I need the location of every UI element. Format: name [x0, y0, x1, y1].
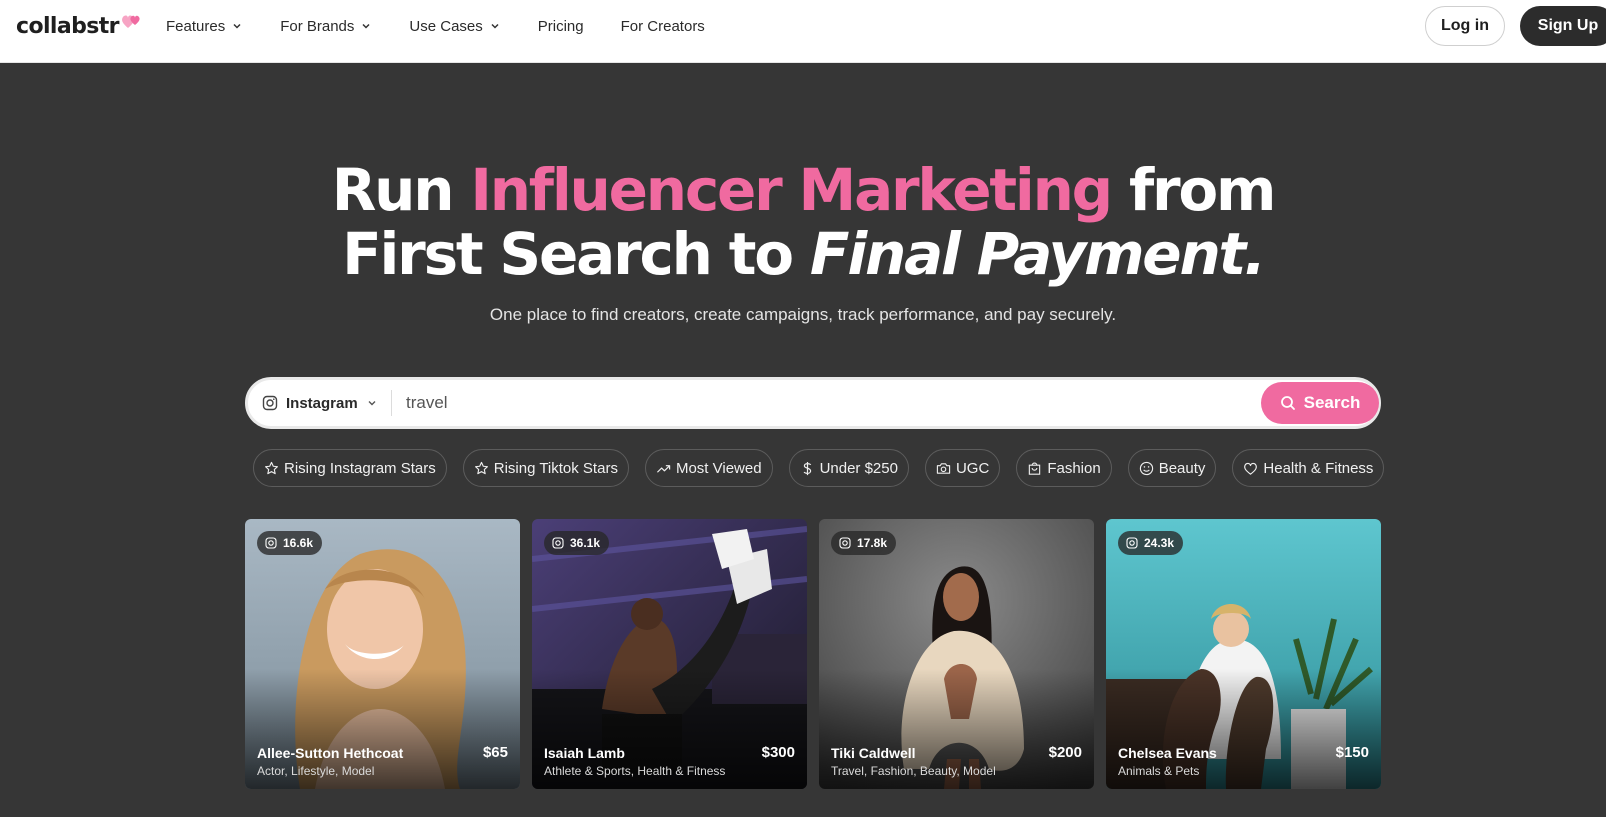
- chip-label: Health & Fitness: [1263, 459, 1374, 477]
- follower-count: 24.3k: [1144, 536, 1175, 550]
- platform-select[interactable]: Instagram: [262, 380, 378, 426]
- nav-use-cases[interactable]: Use Cases: [409, 18, 500, 35]
- nav-for-brands-label: For Brands: [280, 17, 355, 35]
- creator-price: $300: [761, 744, 795, 761]
- star-icon: [474, 461, 488, 474]
- creator-name: Allee-Sutton Hethcoat: [257, 745, 404, 761]
- heart-icon: [1244, 462, 1258, 475]
- instagram-icon: [552, 537, 564, 549]
- chip-beauty[interactable]: Beauty: [1127, 449, 1217, 487]
- creator-name: Chelsea Evans: [1118, 745, 1217, 761]
- nav-use-cases-label: Use Cases: [409, 17, 483, 35]
- chevron-down-icon: [368, 401, 376, 406]
- creator-categories: Travel, Fashion, Beauty, Model: [831, 764, 996, 778]
- chip-label: Rising Tiktok Stars: [493, 459, 618, 477]
- chip-under-250[interactable]: Under $250: [788, 449, 909, 487]
- chip-rising-tiktok-stars[interactable]: Rising Tiktok Stars: [462, 449, 629, 487]
- search-icon: [1280, 396, 1295, 410]
- login-button[interactable]: Log in: [1425, 6, 1505, 46]
- headline-highlight: Influencer Marketing: [470, 156, 1113, 224]
- main-menu: Features For Brands Use Cases Pricing Fo…: [166, 0, 742, 52]
- creator-categories: Athlete & Sports, Health & Fitness: [544, 764, 726, 778]
- logo[interactable]: collabstr: [16, 14, 144, 39]
- chip-label: Rising Instagram Stars: [284, 459, 436, 477]
- chip-label: Most Viewed: [675, 459, 762, 477]
- creator-card[interactable]: 24.3k Chelsea Evans Animals & Pets $150: [1106, 519, 1381, 789]
- chip-label: Beauty: [1158, 459, 1206, 477]
- creator-categories: Actor, Lifestyle, Model: [257, 764, 375, 778]
- creator-price: $200: [1048, 744, 1082, 761]
- follower-badge: 36.1k: [544, 531, 610, 555]
- hearts-logo-icon: [121, 15, 140, 28]
- smile-icon: [1139, 461, 1153, 475]
- nav-pricing[interactable]: Pricing: [538, 18, 584, 35]
- hero-subtitle: One place to find creators, create campa…: [489, 305, 1117, 324]
- follower-count: 17.8k: [857, 536, 888, 550]
- logo-text: collabstr: [16, 14, 120, 39]
- creator-card[interactable]: 16.6k Allee-Sutton Hethcoat Actor, Lifes…: [245, 519, 520, 789]
- headline-final-payment: Final Payment.: [809, 220, 1266, 288]
- nav-features[interactable]: Features: [166, 18, 243, 35]
- chip-fashion[interactable]: Fashion: [1016, 449, 1112, 487]
- follower-badge: 17.8k: [831, 531, 897, 555]
- dollar-icon: [803, 461, 811, 475]
- headline-run: Run: [331, 156, 471, 224]
- creator-categories: Animals & Pets: [1118, 764, 1200, 778]
- creator-card[interactable]: 36.1k Isaiah Lamb Athlete & Sports, Heal…: [532, 519, 807, 789]
- instagram-icon: [839, 537, 851, 549]
- creator-name: Tiki Caldwell: [831, 745, 916, 761]
- search-input[interactable]: [406, 388, 1226, 418]
- bag-icon: [1029, 462, 1041, 475]
- creator-name: Isaiah Lamb: [544, 745, 625, 761]
- chip-label: Under $250: [819, 459, 898, 477]
- instagram-icon: [265, 537, 277, 549]
- chevron-down-icon: [362, 23, 370, 29]
- instagram-icon: [1126, 537, 1138, 549]
- trending-up-icon: [656, 464, 671, 473]
- nav-for-creators[interactable]: For Creators: [621, 18, 705, 35]
- chevron-down-icon: [233, 23, 241, 29]
- quick-filter-chips: Rising Instagram Stars Rising Tiktok Sta…: [253, 449, 1385, 487]
- creator-cards: 16.6k Allee-Sutton Hethcoat Actor, Lifes…: [245, 519, 1381, 789]
- star-icon: [265, 461, 278, 474]
- chip-health-fitness[interactable]: Health & Fitness: [1232, 449, 1385, 487]
- instagram-icon: [262, 395, 278, 411]
- headline-from: from: [1110, 156, 1277, 224]
- hero-headline: Run Influencer Marketing from First Sear…: [0, 158, 1606, 286]
- chip-label: Fashion: [1047, 459, 1101, 477]
- nav-features-label: Features: [166, 17, 226, 35]
- chip-most-viewed[interactable]: Most Viewed: [644, 449, 773, 487]
- chevron-down-icon: [491, 23, 499, 29]
- chip-rising-instagram-stars[interactable]: Rising Instagram Stars: [253, 449, 447, 487]
- platform-label: Instagram: [286, 394, 358, 412]
- creator-price: $150: [1335, 744, 1369, 761]
- creator-search-bar: Instagram Search: [245, 377, 1381, 429]
- creator-card[interactable]: 17.8k Tiki Caldwell Travel, Fashion, Bea…: [819, 519, 1094, 789]
- search-divider: [391, 390, 392, 416]
- creator-price: $65: [482, 744, 508, 761]
- follower-count: 36.1k: [570, 536, 601, 550]
- search-button[interactable]: Search: [1261, 382, 1379, 424]
- search-button-label: Search: [1303, 393, 1361, 412]
- follower-count: 16.6k: [283, 536, 314, 550]
- follower-badge: 24.3k: [1118, 531, 1184, 555]
- chip-label: UGC: [955, 459, 990, 477]
- camera-icon: [936, 462, 951, 474]
- headline-first-search: First Search to: [342, 220, 810, 288]
- signup-button[interactable]: Sign Up: [1520, 6, 1606, 46]
- follower-badge: 16.6k: [257, 531, 323, 555]
- chip-ugc[interactable]: UGC: [924, 449, 1001, 487]
- top-nav: collabstr Features For Brands Use Cases …: [0, 0, 1606, 63]
- nav-for-creators-label: For Creators: [620, 17, 705, 35]
- nav-for-brands[interactable]: For Brands: [280, 18, 372, 35]
- nav-pricing-label: Pricing: [537, 17, 584, 35]
